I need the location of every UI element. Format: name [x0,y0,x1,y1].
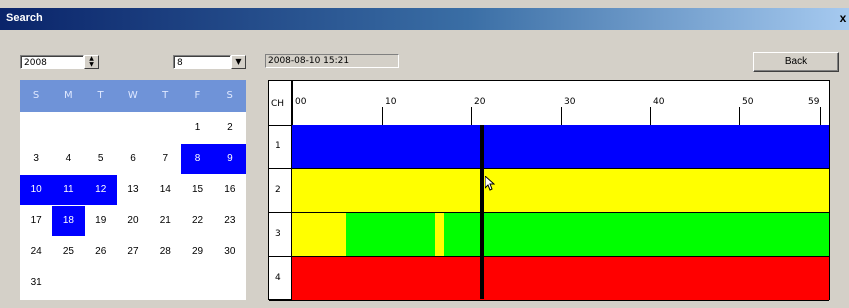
time-tick-label: 30 [564,97,576,107]
calendar-day[interactable]: 2 [214,113,246,143]
year-value: 2008 [24,58,47,68]
calendar-day[interactable]: 4 [52,144,84,174]
calendar-day[interactable]: 20 [117,206,149,236]
weekday-label: W [127,90,138,101]
channel-number: 4 [275,273,281,283]
recording-segment[interactable] [345,213,436,256]
time-tick [561,107,562,125]
weekday-label: T [162,90,169,101]
search-window: Search x 2008 ▲ ▼ 8 ▼ 2008-08-10 15:21 B… [0,0,849,308]
calendar-day[interactable]: 13 [117,175,149,205]
month-value: 8 [177,58,183,68]
timeline-grid[interactable]: CH 00 10 20 30 40 50 59 1 2 3 4 [268,80,830,301]
spin-down-icon[interactable]: ▼ [85,62,98,68]
calendar-day[interactable]: 12 [84,175,117,205]
channel-number: 2 [275,185,281,195]
time-tick [382,107,383,125]
channel-row[interactable]: 1 [269,125,829,169]
mouse-pointer-icon [485,176,495,191]
channel-number: 1 [275,141,281,151]
window-title: Search [6,12,43,24]
weekday-label: S [226,90,233,101]
calendar: SMTWTFS 1 2 3 4 5 6 7 8 9 10 11 12 13 14 15 16 17 18 19 20 2… [20,80,246,300]
time-tick-label: 20 [474,97,486,107]
calendar-day[interactable]: 17 [20,206,52,236]
close-icon[interactable]: x [837,11,849,26]
calendar-day[interactable]: 7 [149,144,181,174]
calendar-day[interactable]: 10 [20,175,53,205]
calendar-day[interactable]: 25 [52,237,84,267]
calendar-day[interactable]: 19 [85,206,117,236]
calendar-day[interactable]: 8 [181,144,214,174]
time-tick-label: 40 [653,97,665,107]
weekday-label: T [97,90,104,101]
calendar-day[interactable]: 9 [213,144,246,174]
chevron-down-icon[interactable]: ▼ [231,55,246,69]
time-tick-label: 10 [385,97,397,107]
weekday-label: F [194,90,201,101]
recording-segment[interactable] [292,125,829,168]
current-timestamp: 2008-08-10 15:21 [265,54,399,68]
title-bar: Search x [0,8,849,30]
calendar-day[interactable]: 18 [52,206,85,236]
calendar-header: SMTWTFS [20,80,246,112]
time-cursor[interactable] [479,125,484,299]
timeline-header: CH 00 10 20 30 40 50 59 [269,81,829,126]
calendar-day[interactable]: 1 [181,113,213,143]
year-field[interactable]: 2008 [20,55,84,69]
calendar-day[interactable]: 23 [214,206,246,236]
calendar-day[interactable]: 5 [85,144,117,174]
recording-segment[interactable] [292,169,829,212]
time-tick [650,107,651,125]
channel-row[interactable]: 4 [269,257,829,301]
calendar-day[interactable]: 21 [149,206,181,236]
calendar-day[interactable]: 30 [214,237,246,267]
weekday-label: M [63,90,73,101]
recording-segment[interactable] [444,213,829,256]
calendar-day[interactable]: 28 [149,237,181,267]
calendar-day[interactable]: 15 [181,175,213,205]
calendar-day[interactable]: 11 [52,175,85,205]
calendar-day[interactable]: 22 [181,206,213,236]
channel-column-header: CH [271,99,285,109]
channel-number: 3 [275,229,281,239]
weekday-label: S [32,90,40,101]
time-tick [292,81,293,125]
calendar-day[interactable]: 3 [20,144,52,174]
time-tick [820,107,821,125]
calendar-day[interactable]: 31 [20,268,52,298]
back-button[interactable]: Back [753,52,839,72]
calendar-day[interactable]: 16 [214,175,246,205]
time-tick [471,107,472,125]
time-tick-label: 59 [808,97,820,107]
calendar-day[interactable]: 24 [20,237,52,267]
time-tick-label: 50 [742,97,754,107]
channel-row[interactable]: 2 [269,169,829,213]
recording-segment[interactable] [292,213,346,256]
recording-segment[interactable] [435,213,445,256]
calendar-day[interactable]: 27 [117,237,149,267]
time-tick-label: 00 [295,97,307,107]
year-spinner[interactable]: ▲ ▼ [84,55,99,69]
time-tick [739,107,740,125]
channel-row[interactable]: 3 [269,213,829,257]
month-select[interactable]: 8 [173,55,231,69]
recording-segment[interactable] [292,257,829,300]
calendar-day[interactable]: 14 [149,175,181,205]
calendar-day[interactable]: 29 [181,237,213,267]
calendar-day[interactable]: 6 [117,144,149,174]
calendar-day[interactable]: 26 [85,237,117,267]
channel-column-divider [291,81,292,299]
